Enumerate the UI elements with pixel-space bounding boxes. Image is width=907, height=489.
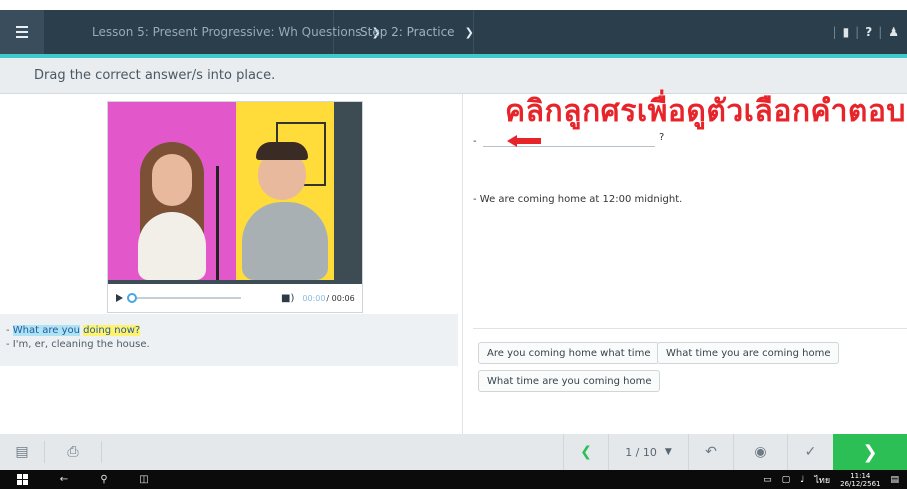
help-icon[interactable]: ? [865, 25, 872, 39]
right-pane: คลิกลูกศรเพื่อดูตัวเลือกคำตอบ - ? - We a… [463, 94, 907, 434]
chevron-down-icon: ▼ [664, 447, 672, 457]
time-current: 00:00 [302, 293, 326, 303]
answer-sentence: - We are coming home at 12:00 midnight. [473, 194, 683, 205]
lesson-title: Lesson 5: Present Progressive: Wh Questi… [92, 25, 362, 39]
clock[interactable]: 11:14 26/12/2561 [840, 472, 880, 488]
instruction-text: Drag the correct answer/s into place. [34, 68, 276, 83]
top-right-icons: | ▮ | ? | ♟ [832, 25, 899, 39]
question-mark: ? [659, 132, 665, 143]
video-player[interactable]: ■) 00:00 / 00:06 [107, 101, 363, 313]
transcript-icon[interactable]: ▤ [0, 434, 44, 470]
back-arrow-icon[interactable]: ← [44, 474, 84, 485]
system-tray: ▭ ▢ ♩ ไทย 11:14 26/12/2561 ▤ [763, 472, 907, 488]
left-pane: ■) 00:00 / 00:06 - What are you doing no… [0, 94, 462, 434]
time-total: / 00:06 [326, 293, 355, 303]
print-icon[interactable]: ⎙ [45, 434, 101, 470]
battery-icon[interactable]: ▭ [763, 475, 772, 485]
notification-icon[interactable]: ▤ [890, 475, 899, 485]
dialog-line-2: - I'm, er, cleaning the house. [6, 339, 150, 350]
option-1[interactable]: Are you coming home what time [478, 342, 660, 364]
taskbar: ← ⚲ ◫ ▭ ▢ ♩ ไทย 11:14 26/12/2561 ▤ [0, 470, 907, 489]
next-button[interactable]: ❯ [833, 434, 907, 470]
network-icon[interactable]: ▢ [782, 475, 791, 485]
arrow-left-icon[interactable] [507, 135, 541, 147]
reset-icon[interactable]: ↶ [688, 434, 733, 470]
thai-hint: คลิกลูกศรเพื่อดูตัวเลือกคำตอบ [505, 94, 906, 129]
option-2[interactable]: What time you are coming home [657, 342, 840, 364]
menu-icon[interactable] [0, 10, 44, 54]
page-indicator: 1 / 10 [625, 445, 657, 459]
blank-prefix: - [473, 136, 477, 147]
dialog-line-1: - What are you doing now? [6, 325, 141, 336]
book-icon[interactable]: ▮ [843, 25, 850, 39]
step-dropdown[interactable]: Step 2: Practice ❯ [334, 10, 474, 54]
volume-icon[interactable]: ■) [281, 293, 294, 304]
volume-icon[interactable]: ♩ [800, 475, 804, 485]
chevron-down-icon: ❯ [464, 25, 474, 39]
video-controls: ■) 00:00 / 00:06 [108, 284, 362, 312]
dialog-transcript: - What are you doing now? - I'm, er, cle… [0, 314, 458, 366]
highlight-doing-now: doing now? [83, 325, 141, 336]
video-image-left [108, 102, 236, 280]
bottom-bar: ▤ ⎙ ❮ 1 / 10 ▼ ↶ ◉ ✓ ❯ [0, 434, 907, 470]
check-icon[interactable]: ✓ [787, 434, 833, 470]
previous-button[interactable]: ❮ [563, 434, 608, 470]
page-selector[interactable]: 1 / 10 ▼ [608, 434, 688, 470]
option-3[interactable]: What time are you coming home [478, 370, 661, 392]
play-icon[interactable] [116, 294, 123, 302]
highlight-what-are-you: What are you [12, 325, 80, 336]
user-icon[interactable]: ♟ [888, 25, 899, 39]
seek-slider[interactable] [127, 293, 241, 303]
search-icon[interactable]: ⚲ [84, 474, 124, 485]
task-view-icon[interactable]: ◫ [124, 474, 164, 485]
top-bar: Lesson 5: Present Progressive: Wh Questi… [0, 10, 907, 54]
lesson-dropdown[interactable]: Lesson 5: Present Progressive: Wh Questi… [44, 10, 381, 54]
start-icon[interactable] [0, 474, 44, 485]
video-image-right [236, 102, 334, 280]
language-indicator[interactable]: ไทย [814, 473, 830, 487]
show-answer-icon[interactable]: ◉ [733, 434, 787, 470]
step-title: Step 2: Practice [360, 25, 455, 39]
